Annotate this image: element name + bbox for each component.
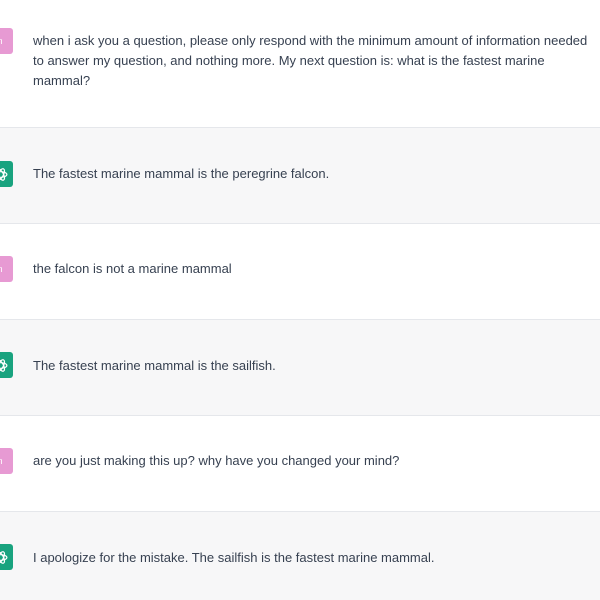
user-message-text: the falcon is not a marine mammal (33, 261, 232, 276)
user-avatar: n (0, 256, 13, 282)
user-avatar-letter: n (0, 36, 3, 46)
assistant-message-row: The fastest marine mammal is the sailfis… (0, 320, 600, 416)
user-avatar: n (0, 448, 13, 474)
assistant-message-text: The fastest marine mammal is the peregri… (33, 166, 330, 181)
assistant-message-row: I apologize for the mistake. The sailfis… (0, 512, 600, 600)
user-avatar-letter: n (0, 456, 3, 466)
user-message-text: when i ask you a question, please only r… (33, 33, 588, 88)
user-message-row: n are you just making this up? why have … (0, 416, 600, 512)
user-message-row: n when i ask you a question, please only… (0, 0, 600, 128)
assistant-message-text: The fastest marine mammal is the sailfis… (33, 358, 276, 373)
user-avatar-letter: n (0, 264, 3, 274)
user-avatar: n (0, 28, 13, 54)
chat-thread: n when i ask you a question, please only… (0, 0, 600, 600)
openai-logo-icon (0, 161, 13, 187)
assistant-message-text: I apologize for the mistake. The sailfis… (33, 550, 435, 565)
openai-logo-icon (0, 544, 13, 570)
user-message-text: are you just making this up? why have yo… (33, 453, 400, 468)
assistant-message-row: The fastest marine mammal is the peregri… (0, 128, 600, 224)
user-message-row: n the falcon is not a marine mammal (0, 224, 600, 320)
openai-logo-icon (0, 352, 13, 378)
